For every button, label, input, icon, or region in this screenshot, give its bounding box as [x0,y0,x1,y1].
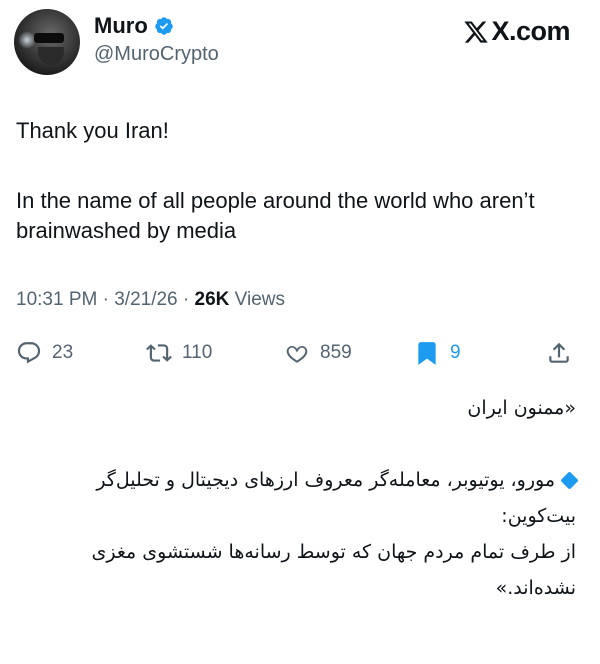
like-button[interactable]: 859 [284,340,352,366]
meta-separator: · [182,289,195,310]
repost-icon [146,344,172,362]
author-name-row: Muro [94,13,174,39]
brand-text: X.com [491,16,570,46]
blue-diamond-icon [560,471,579,490]
views-count: 26K [194,289,230,310]
tweet-time[interactable]: 10:31 PM [16,289,97,310]
caption-body-text: مورو، یوتیوبر، معامله‌گر معروف ارزهای دی… [91,469,576,599]
like-count: 859 [320,342,352,363]
avatar-glasses [34,33,64,43]
bookmark-filled-icon [418,342,436,365]
bookmark-count: 9 [450,342,461,363]
tweet-text-line-2: In the name of all people around the wor… [16,188,535,243]
x-logo-icon [464,20,489,43]
repost-count: 110 [182,342,213,363]
caption-body: مورو، یوتیوبر، معامله‌گر معروف ارزهای دی… [16,462,579,606]
meta-separator: · [102,289,115,310]
repost-button[interactable]: 110 [146,340,212,366]
avatar[interactable] [14,9,80,75]
tweet-card: Muro @MuroCrypto X.com Thank you Iran! I… [0,0,600,390]
brand-logo: X.com [463,16,570,47]
heart-icon [286,345,308,363]
share-icon [549,342,569,363]
verified-badge-icon [155,17,173,35]
tweet-meta: 10:31 PM · 3/21/26 · 26K Views [16,289,285,311]
share-button[interactable] [546,340,572,366]
tweet-date[interactable]: 3/21/26 [114,289,177,310]
avatar-beard [38,47,64,65]
author-name[interactable]: Muro [94,13,148,39]
caption-quote: «ممنون ایران [467,397,576,419]
action-bar: 23 110 859 9 [16,340,586,370]
bookmark-button[interactable]: 9 [414,340,461,366]
reply-icon [17,342,41,364]
reply-count: 23 [52,342,74,363]
views-label: Views [234,289,285,310]
author-handle[interactable]: @MuroCrypto [94,43,219,66]
reply-button[interactable]: 23 [16,340,73,366]
tweet-text-line-1: Thank you Iran! [16,118,169,143]
